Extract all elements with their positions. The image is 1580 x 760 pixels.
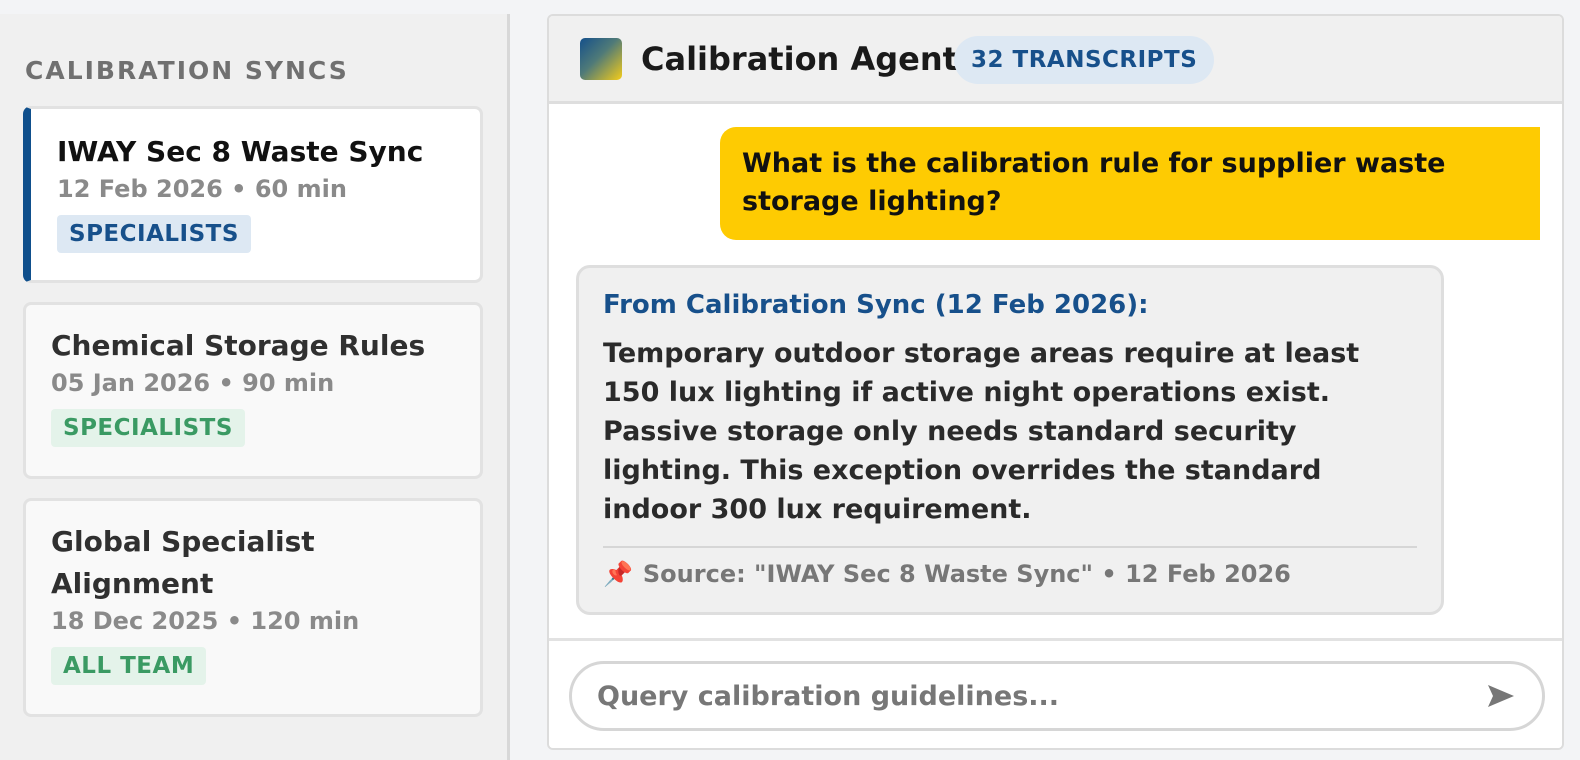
sidebar: CALIBRATION SYNCS IWAY Sec 8 Waste Sync … xyxy=(0,14,510,760)
source-citation: 📌 Source: "IWAY Sec 8 Waste Sync" • 12 F… xyxy=(603,546,1417,588)
audience-tag: SPECIALISTS xyxy=(51,409,245,447)
send-icon xyxy=(1488,685,1514,707)
chat-footer xyxy=(549,638,1562,748)
sidebar-title: CALIBRATION SYNCS xyxy=(25,56,349,85)
sync-card-meta: 18 Dec 2025 • 120 min xyxy=(51,607,360,635)
sync-card-meta: 12 Feb 2026 • 60 min xyxy=(57,175,347,203)
transcripts-badge: 32 TRANSCRIPTS xyxy=(954,36,1215,84)
agent-logo-icon xyxy=(580,38,622,80)
sync-card-title: Chemical Storage Rules xyxy=(51,329,426,362)
audience-tag: SPECIALISTS xyxy=(57,215,251,253)
user-message: What is the calibration rule for supplie… xyxy=(720,127,1540,240)
sync-card-title: Global Specialist Alignment xyxy=(51,525,315,600)
query-input[interactable] xyxy=(569,661,1545,731)
pin-icon: 📌 xyxy=(603,560,633,588)
response-source-heading: From Calibration Sync (12 Feb 2026): xyxy=(603,290,1149,320)
chat-panel: Calibration Agent 32 TRANSCRIPTS What is… xyxy=(547,14,1564,750)
sync-card-title: IWAY Sec 8 Waste Sync xyxy=(57,135,424,168)
audience-tag: ALL TEAM xyxy=(51,647,207,685)
agent-title: Calibration Agent xyxy=(641,40,958,78)
sync-card-chemical-storage[interactable]: Chemical Storage Rules 05 Jan 2026 • 90 … xyxy=(23,302,483,479)
sync-card-iway-waste[interactable]: IWAY Sec 8 Waste Sync 12 Feb 2026 • 60 m… xyxy=(23,106,483,283)
response-text: Temporary outdoor storage areas require … xyxy=(603,338,1360,525)
chat-header: Calibration Agent 32 TRANSCRIPTS xyxy=(549,16,1562,104)
agent-response: From Calibration Sync (12 Feb 2026): Tem… xyxy=(576,265,1444,615)
send-button[interactable] xyxy=(1479,676,1523,716)
sync-card-meta: 05 Jan 2026 • 90 min xyxy=(51,369,335,397)
source-text: Source: "IWAY Sec 8 Waste Sync" • 12 Feb… xyxy=(642,560,1291,588)
sync-card-global-alignment[interactable]: Global Specialist Alignment 18 Dec 2025 … xyxy=(23,498,483,717)
